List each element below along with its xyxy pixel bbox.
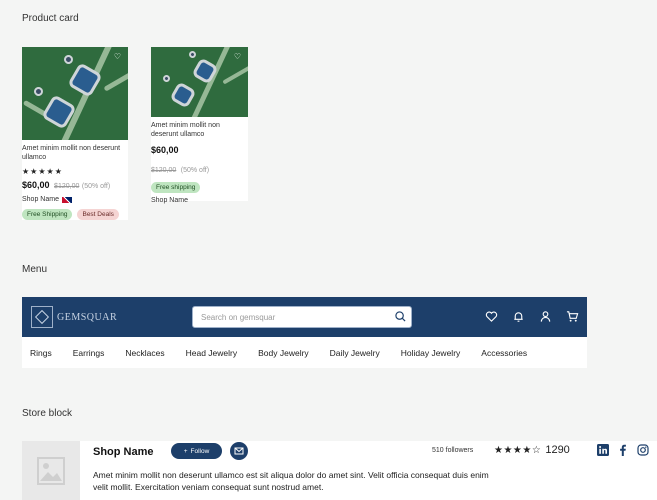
discount-label: (50% off) xyxy=(180,167,210,174)
rating-stars: ★★★★★ xyxy=(22,167,63,176)
product-image[interactable]: ♡ xyxy=(151,47,248,117)
rating-stars: ★★★★☆ xyxy=(494,444,542,456)
user-icon[interactable] xyxy=(539,310,552,323)
category-head-jewelry[interactable]: Head Jewelry xyxy=(186,348,238,358)
category-accessories[interactable]: Accessories xyxy=(481,348,527,358)
category-daily-jewelry[interactable]: Daily Jewelry xyxy=(330,348,380,358)
image-placeholder-icon xyxy=(37,456,65,485)
shop-name[interactable]: Shop Name xyxy=(151,197,188,204)
cart-icon[interactable] xyxy=(566,310,579,323)
message-button[interactable] xyxy=(230,442,248,460)
free-shipping-badge: Free Shipping xyxy=(22,209,73,220)
search-icon[interactable] xyxy=(395,311,406,322)
product-card[interactable]: ♡ Amet minim mollit non deserunt ullamco… xyxy=(151,47,248,204)
top-navigation-bar: GEMSQUAR xyxy=(22,297,587,337)
bell-icon[interactable] xyxy=(512,310,525,323)
store-image-placeholder xyxy=(22,441,80,500)
linkedin-icon[interactable] xyxy=(597,444,609,456)
logo-icon xyxy=(31,306,53,328)
follow-label: Follow xyxy=(190,447,210,455)
social-links xyxy=(597,444,649,456)
product-card[interactable]: ♡ Amet minim mollit non deserunt ullamco… xyxy=(22,47,128,220)
search-box[interactable] xyxy=(192,306,412,328)
product-name[interactable]: Amet minim mollit non deserunt ullamco xyxy=(151,121,248,139)
store-block: Shop Name + Follow 510 followers ★★★★☆ 1… xyxy=(22,441,657,500)
original-price: $120,00 xyxy=(151,167,177,174)
facebook-icon[interactable] xyxy=(617,444,629,456)
store-description: Amet minim mollit non deserunt ullamco e… xyxy=(93,470,489,492)
product-price: $60,00 xyxy=(22,180,50,190)
store-name[interactable]: Shop Name xyxy=(93,446,154,458)
favorite-heart-icon[interactable]: ♡ xyxy=(113,52,122,61)
favorite-heart-icon[interactable]: ♡ xyxy=(233,52,242,61)
follow-button[interactable]: + Follow xyxy=(171,443,222,459)
category-earrings[interactable]: Earrings xyxy=(73,348,105,358)
product-image[interactable]: ♡ xyxy=(22,47,128,140)
discount-label: (50% off) xyxy=(81,183,111,190)
instagram-icon[interactable] xyxy=(637,444,649,456)
best-deals-badge: Best Deals xyxy=(77,209,119,220)
category-holiday-jewelry[interactable]: Holiday Jewelry xyxy=(401,348,461,358)
category-necklaces[interactable]: Necklaces xyxy=(125,348,164,358)
product-card-section-title: Product card xyxy=(22,13,79,24)
product-name[interactable]: Amet minim mollit non deserunt ullamco xyxy=(22,144,128,162)
plus-icon: + xyxy=(183,447,188,455)
category-body-jewelry[interactable]: Body Jewelry xyxy=(258,348,309,358)
rating-count: 1290 xyxy=(545,444,570,456)
logo-text: GEMSQUAR xyxy=(57,311,118,323)
category-rings[interactable]: Rings xyxy=(30,348,52,358)
store-block-section-title: Store block xyxy=(22,408,73,419)
free-shipping-badge: Free shipping xyxy=(151,182,201,193)
followers-count: 510 followers xyxy=(432,447,474,454)
search-input[interactable] xyxy=(193,307,383,328)
menu-section-title: Menu xyxy=(22,264,48,275)
category-menu: Rings Earrings Necklaces Head Jewelry Bo… xyxy=(22,337,587,368)
shop-name[interactable]: Shop Name xyxy=(22,196,59,203)
original-price: $120,00 xyxy=(54,183,80,190)
gemsquar-logo[interactable]: GEMSQUAR xyxy=(31,306,117,328)
uk-flag-icon xyxy=(61,196,72,203)
product-price: $60,00 xyxy=(151,145,179,155)
mail-icon xyxy=(234,447,244,455)
store-rating: ★★★★☆ 1290 xyxy=(494,444,570,456)
heart-icon[interactable] xyxy=(485,310,498,323)
